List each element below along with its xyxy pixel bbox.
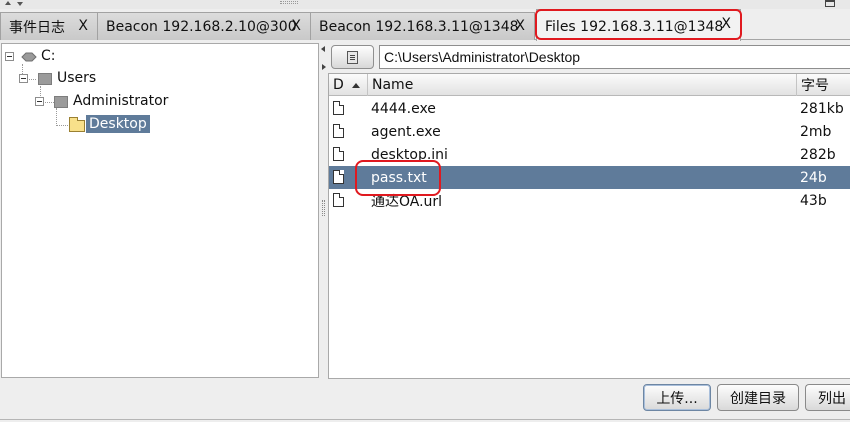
tree-item-desktop[interactable]: Desktop [2,115,320,135]
tab-label: Files 192.168.3.11@1348 [545,18,724,35]
file-size: 281kb [800,100,844,117]
tree-label: Desktop [86,115,150,133]
table-row[interactable]: 通达OA.url 43b [329,189,850,212]
column-header-name[interactable]: Name [368,74,797,96]
tree-item-c-drive[interactable]: C: [2,47,320,67]
upload-button[interactable]: 上传... [643,384,711,411]
top-strip [0,0,850,9]
tab-beacon-2-10[interactable]: Beacon 192.168.2.10@300 X [97,12,311,40]
file-size: 43b [800,192,827,209]
file-table[interactable]: D Name 字号 4444.exe 281kb agent.exe 2mb d… [328,73,850,379]
table-row[interactable]: desktop.ini 282b [329,143,850,166]
collapse-right-icon[interactable] [322,64,326,70]
column-header-d[interactable]: D [329,74,368,96]
file-size: 282b [800,146,836,163]
collapse-down-icon[interactable] [17,2,23,6]
file-name: desktop.ini [371,146,448,163]
tree-label: C: [41,48,56,64]
collapse-icon[interactable] [35,97,44,106]
path-navigate-button[interactable] [331,45,374,69]
table-row-selected[interactable]: pass.txt 24b [329,166,850,189]
column-label: 字号 [801,78,829,94]
tree-item-users[interactable]: Users [2,69,320,89]
collapse-up-icon[interactable] [5,1,11,5]
file-icon [333,147,344,161]
tree-label: Administrator [73,93,169,109]
folder-icon [38,73,52,85]
tree-label: Users [57,70,97,86]
collapse-icon[interactable] [5,52,14,61]
column-label: Name [372,77,414,93]
tab-event-log[interactable]: 事件日志 X [0,12,98,40]
tab-beacon-3-11[interactable]: Beacon 192.168.3.11@1348 X [310,12,535,40]
divider [0,419,850,420]
file-icon [333,170,344,184]
open-folder-icon [69,117,85,132]
file-size: 24b [800,169,827,186]
maximize-icon[interactable] [825,0,835,7]
close-tab-icon[interactable]: X [78,18,88,34]
column-header-size[interactable]: 字号 [797,74,850,96]
close-tab-icon[interactable]: X [291,18,301,34]
file-icon [333,124,344,138]
document-list-icon [347,50,358,64]
tree-item-administrator[interactable]: Administrator [2,92,320,112]
sort-ascending-icon [351,82,360,88]
tab-label: 事件日志 [9,19,65,36]
create-directory-button[interactable]: 创建目录 [717,384,799,411]
close-tab-icon[interactable]: X [515,18,525,34]
splitter-grip-icon[interactable] [322,200,325,216]
tab-files-3-11[interactable]: Files 192.168.3.11@1348 X [536,9,741,41]
file-name: pass.txt [371,169,427,186]
tab-label: Beacon 192.168.2.10@300 [106,18,297,35]
table-row[interactable]: 4444.exe 281kb [329,97,850,120]
collapse-left-icon[interactable] [321,46,325,52]
table-header: D Name 字号 [329,74,850,96]
tab-bar: 事件日志 X Beacon 192.168.2.10@300 X Beacon … [0,9,850,41]
file-name: 4444.exe [371,100,436,117]
file-name: agent.exe [371,123,441,140]
column-label: D [333,77,344,93]
splitter-grip-icon[interactable] [280,1,298,4]
path-input[interactable] [379,45,850,69]
file-size: 2mb [800,123,832,140]
file-icon [333,101,344,115]
file-name: 通达OA.url [371,193,443,210]
collapse-icon[interactable] [19,74,28,83]
file-icon [333,193,344,207]
tab-label: Beacon 192.168.3.11@1348 [319,18,519,35]
file-browser-window: 事件日志 X Beacon 192.168.2.10@300 X Beacon … [0,0,850,422]
drive-icon [21,52,37,62]
table-row[interactable]: agent.exe 2mb [329,120,850,143]
folder-tree[interactable]: C: Users Administrator Desktop [1,43,319,378]
close-tab-icon[interactable]: X [721,16,731,32]
list-drives-button[interactable]: 列出 [805,384,850,411]
folder-icon [54,96,68,108]
